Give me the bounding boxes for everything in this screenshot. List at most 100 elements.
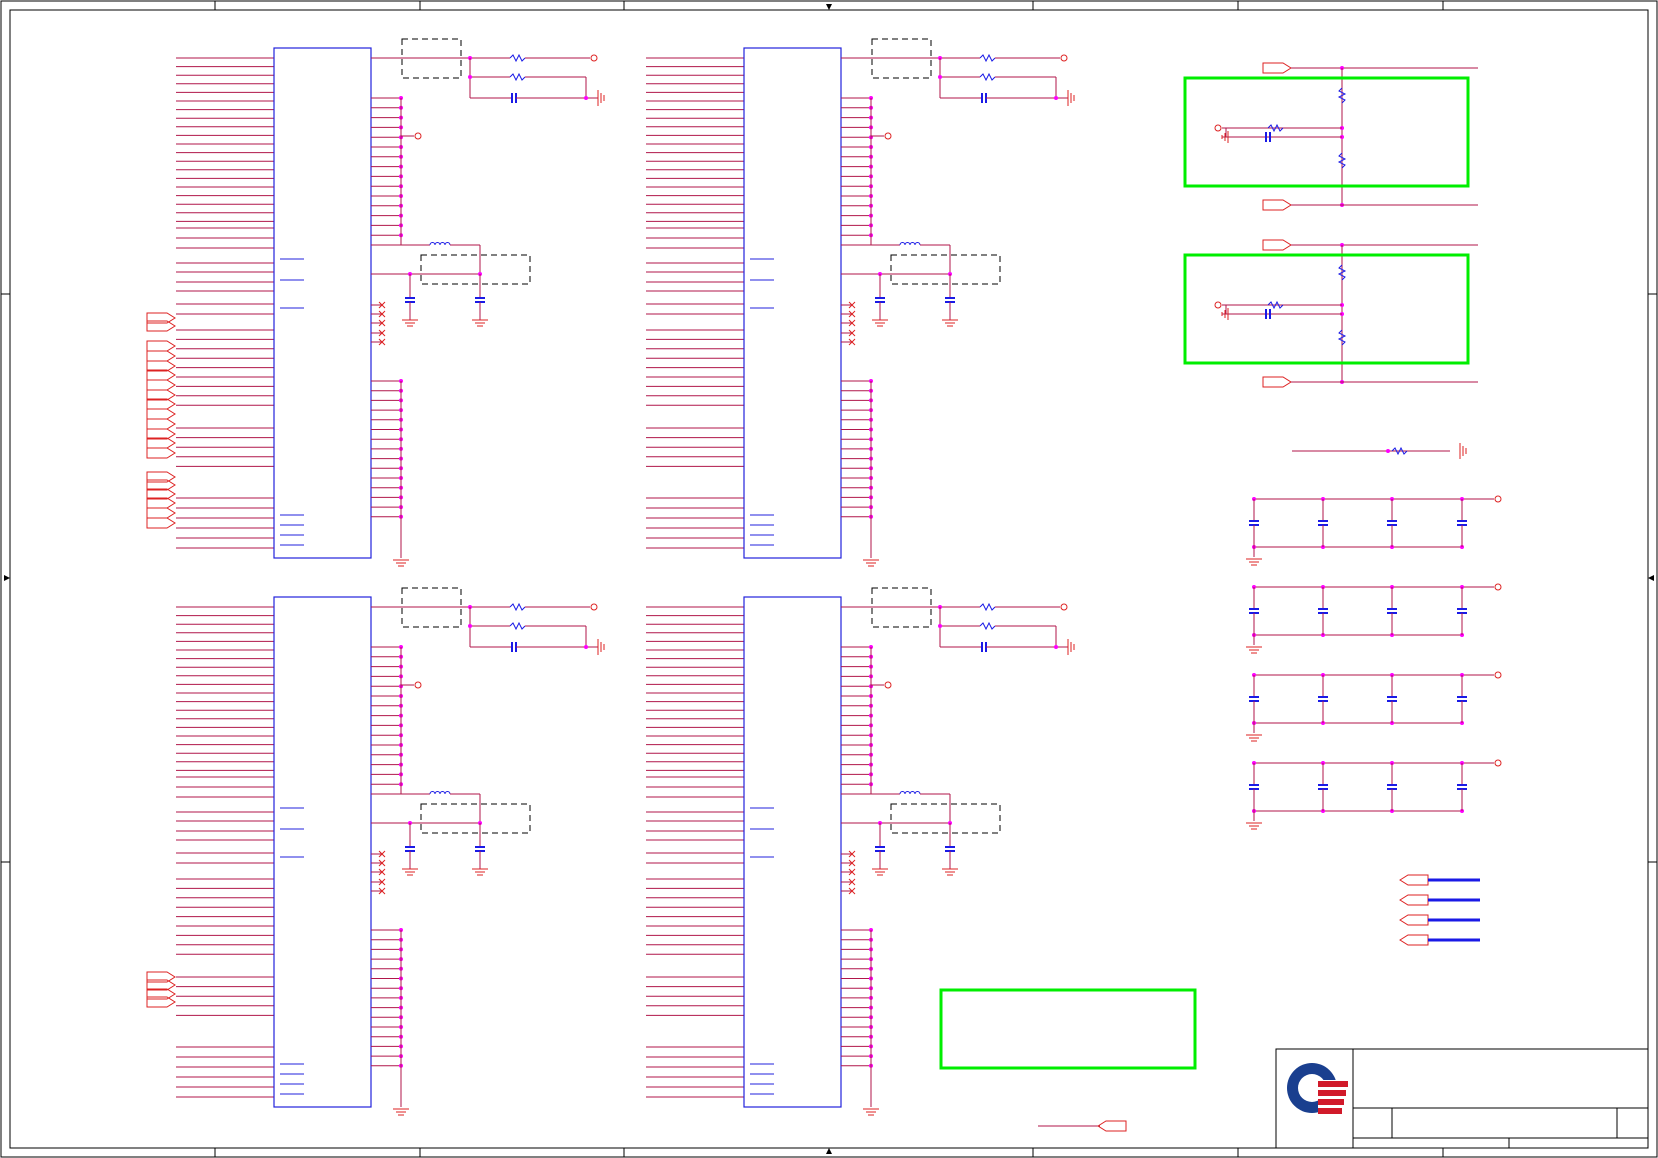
- capacitor-icon: [1249, 520, 1259, 526]
- ground-icon: [1067, 90, 1075, 106]
- power-pin-icon: [1494, 671, 1502, 679]
- voltage-divider: [1183, 62, 1478, 211]
- option-box: [420, 254, 531, 285]
- voltage-divider: [1183, 239, 1478, 388]
- resistor-icon: [509, 621, 526, 631]
- ground-icon: [1246, 646, 1262, 654]
- off-page-connector-icon: [146, 447, 176, 459]
- ground-icon: [402, 868, 418, 876]
- capacitor-icon: [945, 846, 955, 852]
- ground-icon: [863, 1108, 879, 1116]
- capacitor-icon: [1457, 696, 1467, 702]
- junction-dot: [468, 75, 472, 79]
- arrow-marker: [826, 4, 832, 10]
- off-page-connector-icon: [146, 418, 176, 430]
- ground-icon: [597, 639, 605, 655]
- option-box: [890, 803, 1001, 834]
- sheet-border: [0, 0, 1658, 1158]
- ground-icon: [402, 319, 418, 327]
- ic-body: [743, 47, 842, 559]
- decoupling-bank: [1246, 671, 1502, 742]
- off-page-connector-icon: [1262, 62, 1292, 74]
- power-pin-icon: [1060, 54, 1068, 62]
- schematic-sheet: [0, 0, 1658, 1158]
- power-pin-icon: [1214, 124, 1222, 132]
- ground-icon: [872, 319, 888, 327]
- capacitor-icon: [1387, 696, 1397, 702]
- resistor-icon: [509, 72, 526, 82]
- ground-icon: [863, 559, 879, 567]
- off-page-connector-icon: [1262, 376, 1292, 388]
- off-page-connector-icon: [146, 350, 176, 362]
- resistor-icon: [509, 602, 526, 612]
- off-page-connector-icon: [146, 340, 176, 352]
- ground-icon: [872, 868, 888, 876]
- inductor-icon: [429, 791, 451, 795]
- resistor-icon: [979, 602, 996, 612]
- power-pin-icon: [1494, 583, 1502, 591]
- ic-block: [146, 587, 605, 1116]
- ground-icon: [393, 1108, 409, 1116]
- ground-icon: [1246, 558, 1262, 566]
- capacitor-icon: [875, 297, 885, 303]
- decoupling-bank: [1246, 759, 1502, 830]
- decoupling-bank: [1246, 583, 1502, 654]
- highlight-box: [1183, 76, 1470, 188]
- junction-dot: [938, 75, 942, 79]
- ic-body: [273, 596, 372, 1108]
- option-box: [420, 803, 531, 834]
- resistor-icon: [979, 72, 996, 82]
- off-page-connector-icon: [146, 507, 176, 519]
- capacitor-icon: [475, 297, 485, 303]
- off-page-connector-icon: [1262, 199, 1292, 211]
- off-page-connector-icon: [1399, 914, 1429, 926]
- outer-frame: [0, 0, 1658, 1158]
- capacitor-icon: [1387, 520, 1397, 526]
- off-page-connector-icon: [1399, 894, 1429, 906]
- capacitor-icon: [511, 642, 517, 652]
- ic-body: [273, 47, 372, 559]
- junction-dot: [1054, 645, 1058, 649]
- off-page-connector-icon: [146, 379, 176, 391]
- title-block: [1275, 1048, 1649, 1149]
- capacitor-icon: [511, 93, 517, 103]
- quanta-logo: [1287, 1063, 1348, 1114]
- off-page-connector-icon: [146, 517, 176, 529]
- ic-block: [646, 38, 1075, 567]
- off-page-connector-icon: [146, 408, 176, 420]
- ic-body: [743, 596, 842, 1108]
- capacitor-icon: [1249, 696, 1259, 702]
- arrow-marker: [1648, 575, 1654, 581]
- capacitor-icon: [1318, 608, 1328, 614]
- capacitor-icon: [875, 846, 885, 852]
- ground-icon: [472, 868, 488, 876]
- arrow-marker: [4, 575, 10, 581]
- junction-dot: [584, 96, 588, 100]
- capacitor-icon: [1318, 696, 1328, 702]
- ground-icon: [1459, 443, 1467, 459]
- ground-icon: [942, 319, 958, 327]
- capacitor-icon: [1387, 608, 1397, 614]
- capacitor-icon: [1387, 784, 1397, 790]
- option-box: [890, 254, 1001, 285]
- inductor-icon: [429, 242, 451, 246]
- capacitor-icon: [1457, 520, 1467, 526]
- ground-icon: [1067, 639, 1075, 655]
- power-pin-icon: [590, 54, 598, 62]
- power-pin-icon: [884, 681, 892, 689]
- capacitor-icon: [945, 297, 955, 303]
- junction-dot: [584, 645, 588, 649]
- power-pin-icon: [414, 132, 422, 140]
- capacitor-icon: [1318, 520, 1328, 526]
- arrow-marker: [826, 1148, 832, 1154]
- ground-icon: [1246, 822, 1262, 830]
- ground-icon: [393, 559, 409, 567]
- decoupling-bank: [1246, 495, 1502, 566]
- off-page-connector-icon: [1262, 239, 1292, 251]
- capacitor-icon: [981, 93, 987, 103]
- capacitor-icon: [1249, 608, 1259, 614]
- resistor-icon: [979, 621, 996, 631]
- junction-dot: [1054, 96, 1058, 100]
- capacitor-icon: [1318, 784, 1328, 790]
- power-pin-icon: [1060, 603, 1068, 611]
